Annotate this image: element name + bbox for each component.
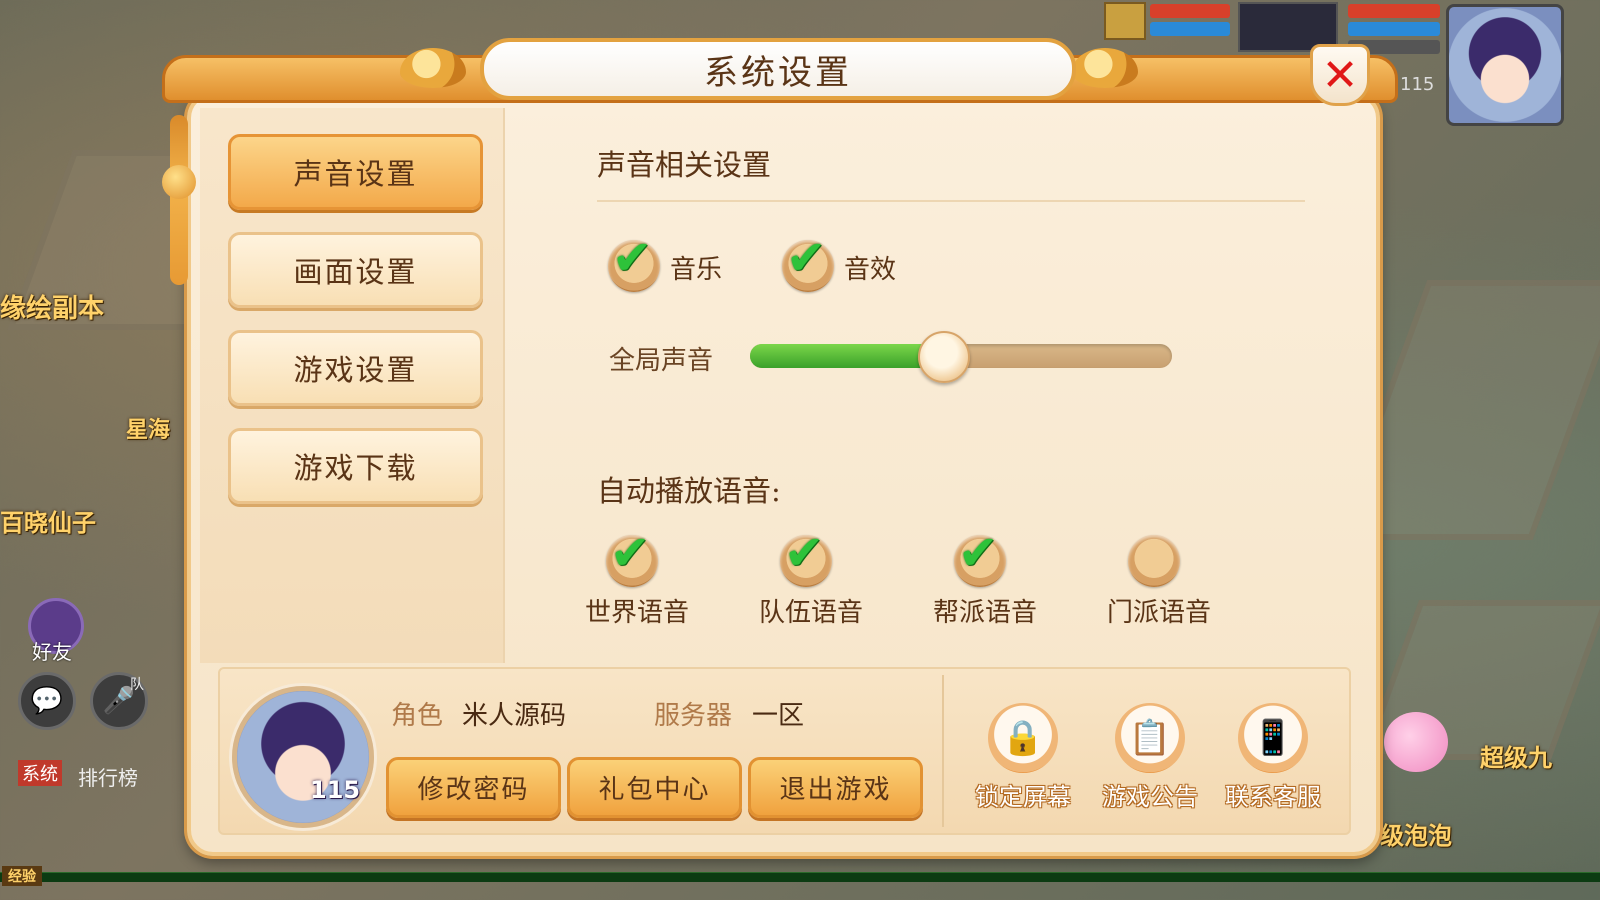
tab-game-settings[interactable]: 游戏设置 bbox=[228, 330, 483, 406]
hud-mp-bar bbox=[1348, 22, 1440, 36]
tassel-ornament bbox=[170, 115, 188, 285]
gift-center-button[interactable]: 礼包中心 bbox=[567, 757, 742, 818]
title-ornament-left bbox=[400, 48, 466, 88]
auto-voice-title: 自动播放语音: bbox=[597, 474, 781, 508]
tab-game-download[interactable]: 游戏下载 bbox=[228, 428, 483, 504]
phone-icon[interactable]: 📱 bbox=[1238, 703, 1308, 773]
volume-fill bbox=[750, 344, 945, 368]
character-avatar bbox=[232, 686, 374, 828]
close-button[interactable]: ✕ bbox=[1310, 44, 1370, 106]
tab-sound-settings[interactable]: 声音设置 bbox=[228, 134, 483, 210]
dialog-title: 系统设置 bbox=[480, 38, 1076, 100]
friends-label[interactable]: 好友 bbox=[32, 636, 72, 665]
music-label: 音乐 bbox=[670, 255, 723, 285]
ranking-label[interactable]: 排行榜 bbox=[78, 762, 138, 791]
guild-voice-label: 帮派语音 bbox=[932, 598, 1037, 628]
experience-bar bbox=[0, 872, 1600, 882]
change-password-button[interactable]: 修改密码 bbox=[386, 757, 561, 818]
hud-hp-bar bbox=[1150, 4, 1230, 18]
sfx-label: 音效 bbox=[844, 255, 897, 285]
experience-label: 经验 bbox=[2, 866, 42, 886]
global-volume-label: 全局声音 bbox=[609, 346, 714, 376]
notice-icon[interactable]: 📋 bbox=[1115, 703, 1185, 773]
server-value: 一区 bbox=[752, 701, 805, 731]
tassel-knot bbox=[162, 165, 196, 199]
hud-hp-bar bbox=[1348, 4, 1440, 18]
exit-game-button[interactable]: 退出游戏 bbox=[748, 757, 923, 818]
check-icon: ✔ bbox=[786, 230, 827, 286]
tab-display-settings[interactable]: 画面设置 bbox=[228, 232, 483, 308]
contact-support-label[interactable]: 联系客服 bbox=[1213, 777, 1333, 812]
sect-voice-checkbox[interactable] bbox=[1128, 535, 1180, 587]
game-notice-label[interactable]: 游戏公告 bbox=[1090, 777, 1210, 812]
role-value: 米人源码 bbox=[462, 701, 567, 731]
panel-divider bbox=[942, 675, 944, 827]
check-icon: ✔ bbox=[610, 525, 651, 581]
check-icon: ✔ bbox=[784, 525, 825, 581]
bg-npc-name: 百晓仙子 bbox=[0, 509, 96, 537]
lock-screen-label[interactable]: 锁定屏幕 bbox=[963, 777, 1083, 812]
sfx-checkbox[interactable]: ✔ bbox=[782, 232, 834, 292]
system-tag: 系统 bbox=[18, 760, 62, 786]
chat-icon[interactable]: 💬 bbox=[18, 672, 76, 730]
world-voice-checkbox[interactable]: ✔ bbox=[606, 527, 658, 587]
server-key: 服务器 bbox=[654, 701, 733, 731]
character-level: 115 bbox=[310, 776, 361, 804]
hud-level: 115 bbox=[1400, 74, 1435, 95]
world-voice-label: 世界语音 bbox=[584, 598, 689, 628]
bg-npc-label: 超级九 bbox=[1480, 744, 1552, 772]
bg-dungeon-label[interactable]: 缘绘副本 bbox=[0, 288, 104, 325]
section-divider bbox=[597, 200, 1305, 202]
sect-voice-label: 门派语音 bbox=[1106, 598, 1211, 628]
bg-npc-label: 级泡泡 bbox=[1380, 822, 1452, 850]
volume-slider-handle[interactable] bbox=[918, 331, 971, 383]
team-tag: 队 bbox=[130, 677, 144, 693]
team-voice-label: 队伍语音 bbox=[758, 598, 863, 628]
pet-sprite bbox=[1384, 712, 1448, 772]
hud-buff-icon[interactable] bbox=[1104, 2, 1146, 40]
sound-section-title: 声音相关设置 bbox=[597, 148, 772, 182]
check-icon: ✔ bbox=[612, 230, 653, 286]
bg-npc-label: 星海 bbox=[126, 418, 171, 443]
music-checkbox[interactable]: ✔ bbox=[608, 232, 660, 292]
title-ornament-right bbox=[1072, 48, 1138, 88]
check-icon: ✔ bbox=[958, 525, 999, 581]
player-portrait[interactable] bbox=[1446, 4, 1564, 126]
hud-mp-bar bbox=[1150, 22, 1230, 36]
guild-voice-checkbox[interactable]: ✔ bbox=[954, 527, 1006, 587]
team-voice-checkbox[interactable]: ✔ bbox=[780, 527, 832, 587]
role-key: 角色 bbox=[391, 701, 444, 731]
lock-icon[interactable]: 🔒 bbox=[988, 703, 1058, 773]
